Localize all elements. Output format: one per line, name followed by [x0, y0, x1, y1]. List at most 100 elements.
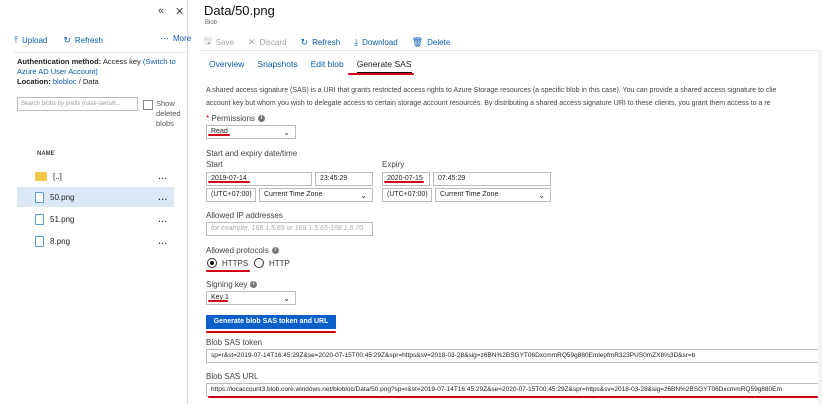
file-name: 51.png — [50, 214, 75, 224]
annotation-underline — [208, 396, 818, 398]
annotation-underline — [208, 181, 250, 183]
file-name: [..] — [53, 171, 62, 181]
annotation-underline — [206, 331, 336, 333]
row-more-icon[interactable]: ... — [158, 172, 168, 181]
chevron-down-icon: ⌄ — [283, 294, 290, 303]
sas-url-field[interactable]: https://locaccount3.blob.core.windows.ne… — [206, 383, 822, 397]
row-more-icon[interactable]: ... — [158, 237, 168, 246]
location-path: / Data — [78, 77, 99, 86]
show-deleted-label: Show deleted blobs — [156, 99, 181, 128]
blob-search-input[interactable]: Search blobs by prefix (case-sensiti... — [17, 97, 138, 111]
expiry-date-input[interactable]: 2020-07-15 — [382, 172, 430, 186]
delete-icon: 🗑 — [411, 36, 424, 47]
file-row-51png[interactable]: 51.png ... — [17, 209, 174, 229]
expiry-timezone-value: Current Time Zone — [440, 191, 499, 198]
upload-icon: ⤒ — [14, 34, 18, 45]
annotation-underline — [208, 300, 228, 302]
delete-label: Delete — [427, 37, 451, 47]
divider — [14, 52, 187, 53]
permissions-label: * Permissions i — [206, 114, 265, 123]
sas-token-field[interactable]: sp=r&st=2019-07-14T16:45:29Z&se=2020-07-… — [206, 349, 822, 363]
close-left-blade-icon[interactable]: ✕ — [175, 5, 184, 18]
radio-dot[interactable] — [254, 258, 264, 268]
expiry-tz-offset: (UTC+07:00) — [382, 188, 432, 202]
signing-key-label: Signing key i — [206, 280, 258, 289]
description-line: account key but whom you wish to delegat… — [206, 100, 771, 107]
chevron-down-icon: ⌄ — [538, 191, 545, 200]
name-column-header[interactable]: NAME — [37, 151, 55, 157]
left-toolbar: ⤒ Upload ↻ Refresh ··· More — [14, 33, 191, 47]
annotation-underline — [206, 270, 250, 272]
protocol-https-label: HTTPS — [222, 258, 249, 268]
auth-method-label: Authentication method: — [17, 57, 102, 66]
delete-button[interactable]: 🗑 Delete — [412, 37, 451, 48]
more-label: More — [173, 33, 192, 43]
row-more-icon[interactable]: ... — [158, 215, 168, 224]
location-label: Location: — [17, 77, 51, 86]
download-button[interactable]: ⤓ Download — [354, 37, 398, 48]
expiry-timezone-select[interactable]: Current Time Zone ⌄ — [435, 188, 551, 202]
info-icon[interactable]: i — [271, 247, 279, 255]
row-more-icon[interactable]: ... — [158, 193, 168, 202]
refresh-button[interactable]: ↻ Refresh — [301, 37, 341, 48]
collapse-icon[interactable]: « — [158, 5, 164, 17]
refresh-button[interactable]: ↻ Refresh — [63, 35, 103, 46]
tab-edit-blob[interactable]: Edit blob — [311, 59, 344, 74]
radio-dot[interactable] — [207, 258, 217, 268]
save-label: Save — [215, 37, 234, 47]
show-deleted-checkbox[interactable]: Show deleted blobs — [143, 99, 190, 129]
more-icon: ··· — [160, 33, 169, 43]
auth-method-value: Access key — [102, 57, 141, 66]
start-date-input[interactable]: 2019-07-14 — [206, 172, 312, 186]
permissions-select[interactable]: Read ⌄ — [206, 125, 296, 139]
blob-toolbar: 🖫 Save ✕ Discard ↻ Refresh ⤓ Download 🗑 … — [204, 34, 464, 50]
tab-overview[interactable]: Overview — [209, 59, 244, 74]
expiry-label: Expiry — [382, 160, 405, 169]
save-button[interactable]: 🖫 Save — [204, 34, 234, 50]
upload-button[interactable]: ⤒ Upload — [14, 35, 47, 46]
generate-sas-button[interactable]: Generate blob SAS token and URL — [206, 315, 336, 329]
upload-label: Upload — [21, 35, 48, 45]
protocol-https-radio[interactable]: HTTPS — [207, 258, 248, 268]
signing-key-select[interactable]: Key 1 ⌄ — [206, 291, 296, 305]
annotation-underline — [384, 181, 424, 183]
checkbox-box[interactable] — [143, 100, 153, 110]
file-name: 8.png — [50, 236, 71, 246]
annotation-underline — [208, 134, 230, 136]
start-time-input[interactable]: 23:45:29 — [315, 172, 373, 186]
blob-detail-blade: Data/50.png Blob 🖫 Save ✕ Discard ↻ Refr… — [196, 0, 822, 404]
info-icon[interactable]: i — [257, 115, 265, 123]
annotation-underline — [348, 73, 414, 75]
file-name: 50.png — [50, 192, 75, 202]
file-icon — [35, 235, 44, 247]
sas-token-label: Blob SAS token — [206, 338, 263, 347]
sas-url-label: Blob SAS URL — [206, 372, 259, 381]
discard-button[interactable]: ✕ Discard — [248, 37, 287, 48]
protocol-http-label: HTTP — [269, 258, 290, 268]
info-icon[interactable]: i — [250, 281, 258, 289]
file-row-8png[interactable]: 8.png ... — [17, 231, 174, 251]
save-icon: 🖫 — [204, 36, 212, 46]
tab-bar: Overview Snapshots Edit blob Generate SA… — [209, 59, 425, 74]
folder-icon — [35, 171, 47, 181]
auth-info: Authentication method: Access key (Switc… — [17, 57, 179, 87]
start-timezone-select[interactable]: Current Time Zone ⌄ — [259, 188, 373, 202]
allowed-ip-input[interactable]: for example, 168.1.5.65 or 168.1.5.65-16… — [206, 222, 373, 236]
location-container-link[interactable]: blobloc — [53, 77, 77, 86]
start-label: Start — [206, 160, 223, 169]
protocol-http-radio[interactable]: HTTP — [254, 258, 290, 268]
expiry-time-input[interactable]: 07:45:29 — [433, 172, 551, 186]
refresh-icon: ↻ — [63, 34, 71, 45]
more-button[interactable]: ··· More — [160, 33, 191, 43]
discard-label: Discard — [259, 37, 287, 47]
scrollbar[interactable] — [818, 50, 822, 404]
refresh-icon: ↻ — [300, 36, 309, 47]
discard-icon: ✕ — [247, 36, 256, 47]
tab-snapshots[interactable]: Snapshots — [257, 59, 297, 74]
download-label: Download — [362, 37, 398, 47]
tab-generate-sas[interactable]: Generate SAS — [356, 59, 412, 74]
file-row-parent-folder[interactable]: [..] ... — [17, 166, 174, 186]
date-range-label: Start and expiry date/time — [206, 149, 298, 158]
refresh-label: Refresh — [74, 35, 103, 45]
file-row-50png[interactable]: 50.png ... — [17, 187, 174, 207]
